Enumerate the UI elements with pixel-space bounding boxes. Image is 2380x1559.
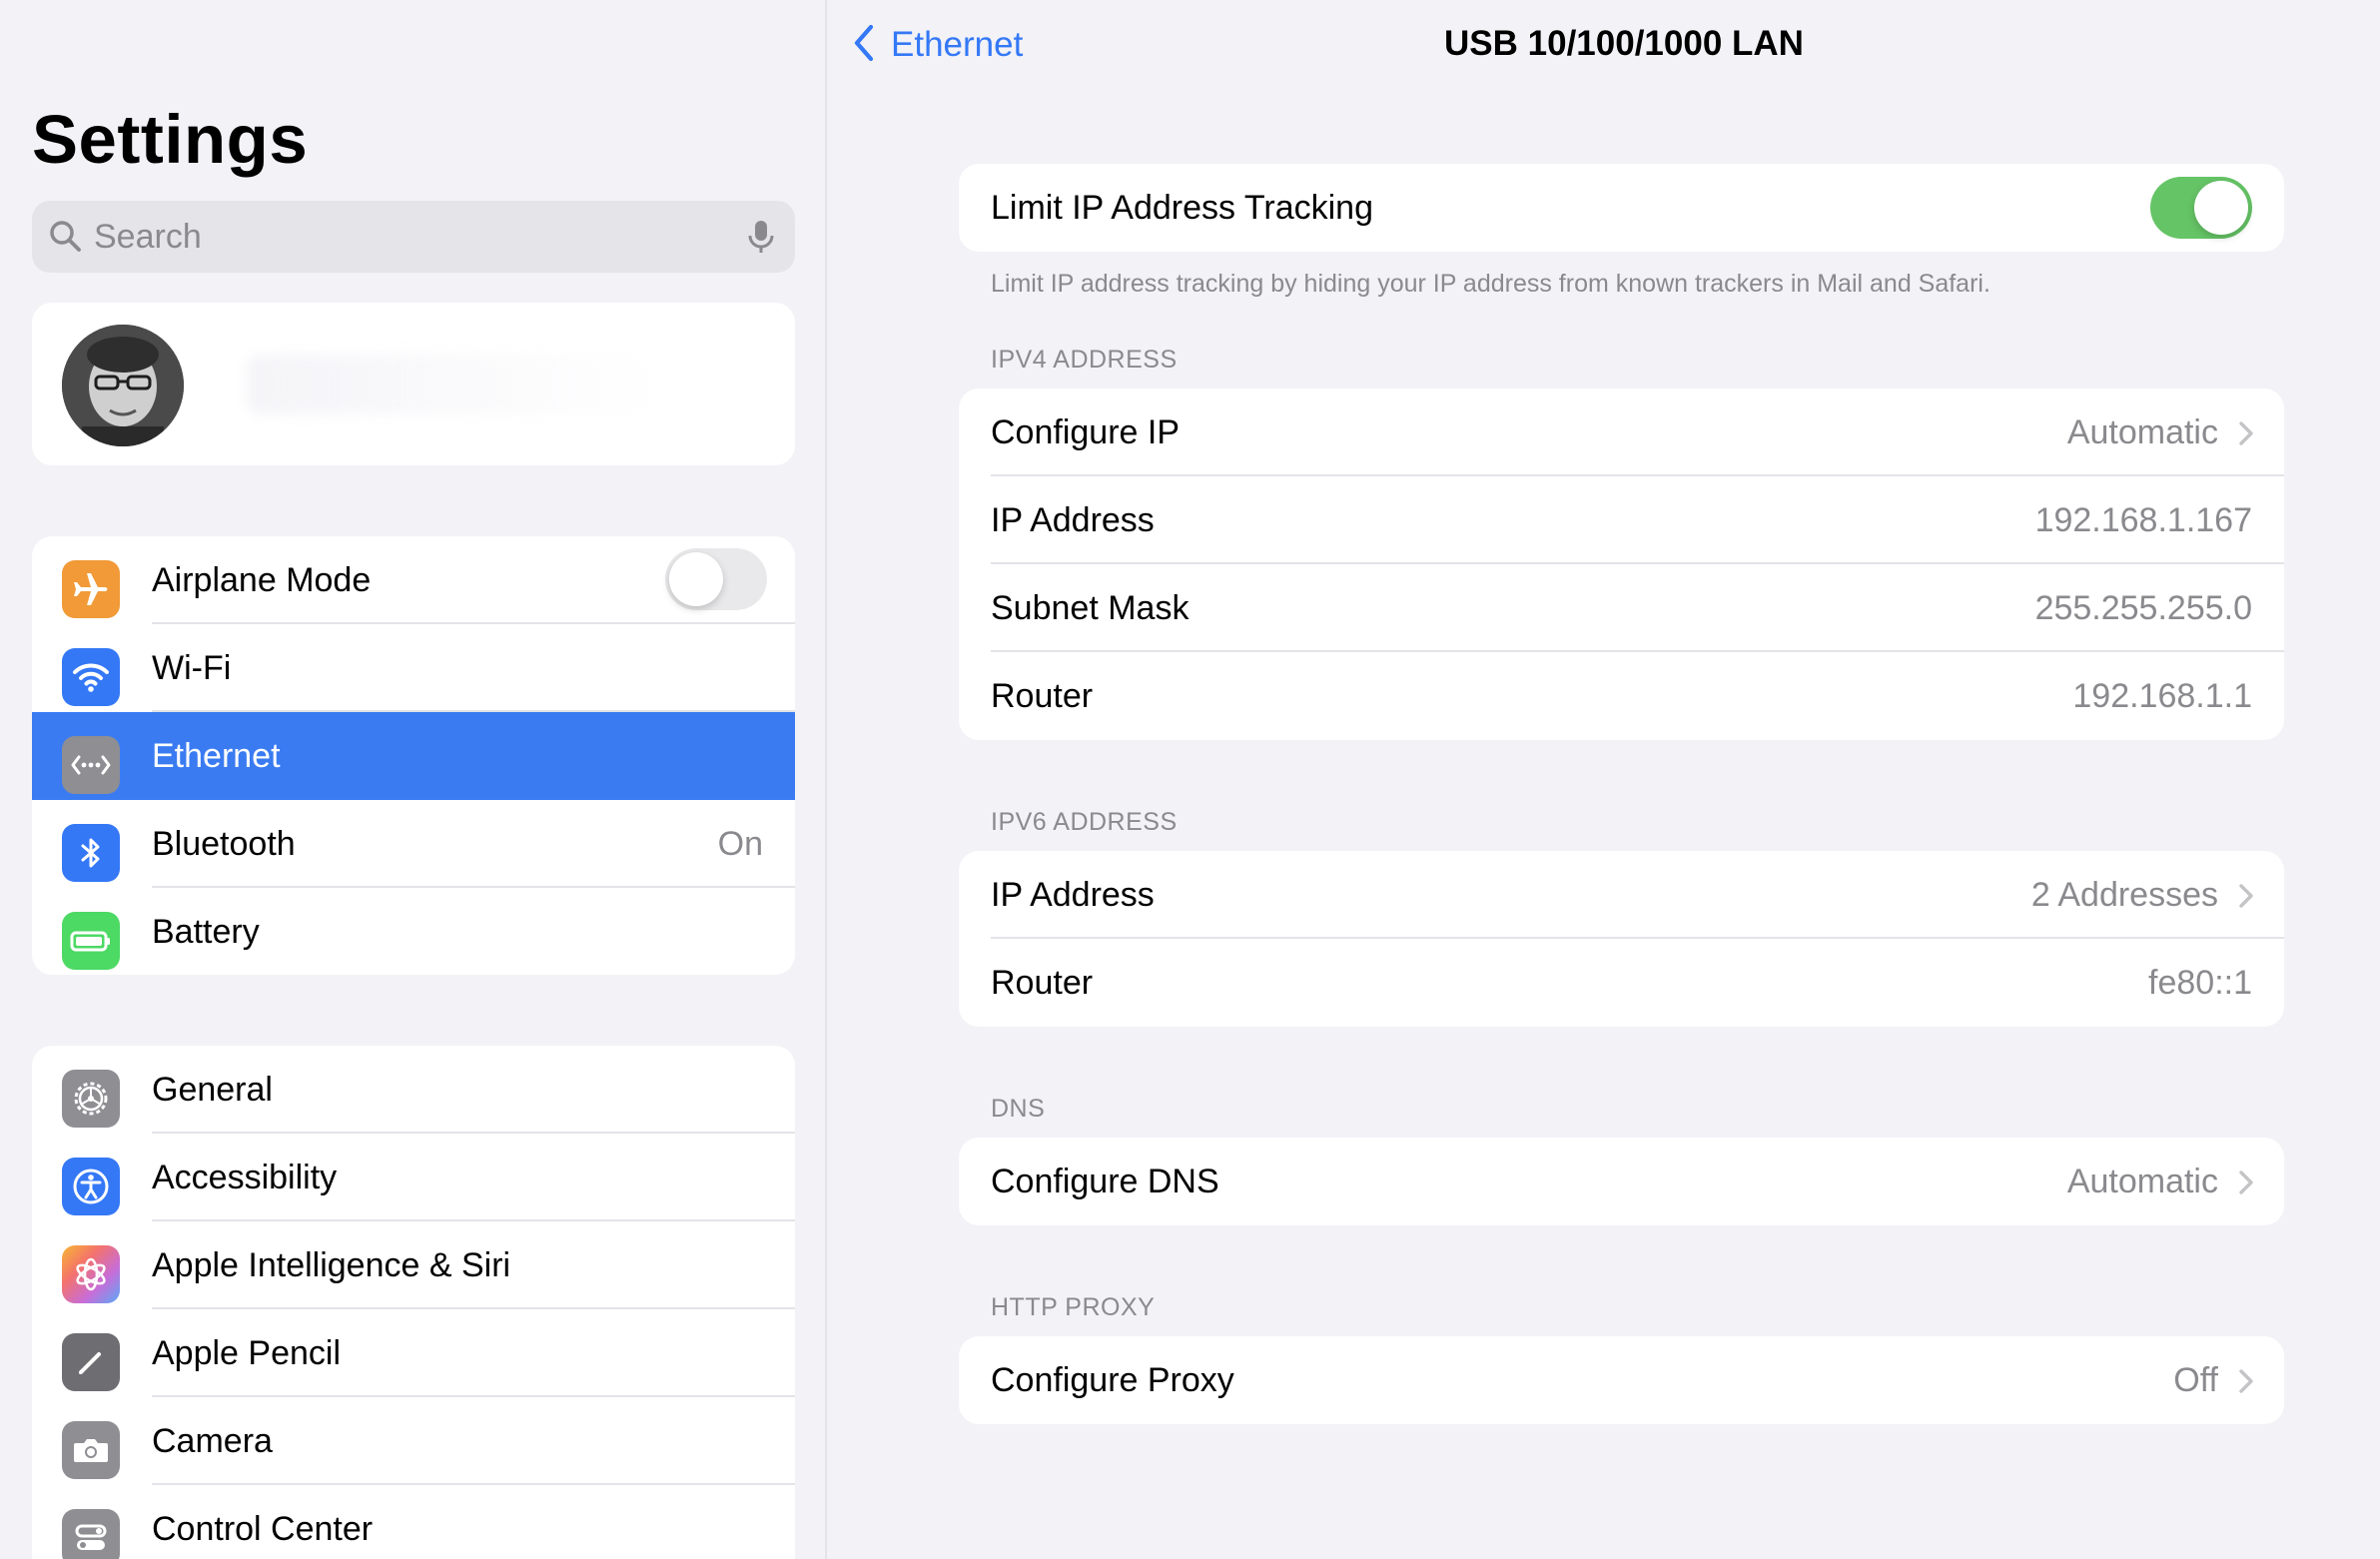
limit-ip-tracking-card: Limit IP Address Tracking: [959, 164, 2284, 252]
gear-icon: [62, 1070, 120, 1128]
account-name-redacted: [247, 355, 666, 414]
pencil-icon: [62, 1333, 120, 1391]
row-label: IP Address: [991, 876, 1155, 914]
chevron-right-icon: [2238, 1368, 2254, 1399]
sidebar-item-control-center[interactable]: Control Center: [32, 1485, 795, 1559]
limit-ip-tracking-row[interactable]: Limit IP Address Tracking: [959, 164, 2284, 252]
sidebar-item-camera[interactable]: Camera: [32, 1397, 795, 1485]
sidebar-item-label: Control Center: [152, 1510, 374, 1548]
battery-icon: [62, 912, 120, 970]
row-label: IP Address: [991, 501, 1155, 539]
row-label: Configure DNS: [991, 1163, 1219, 1200]
row-value: 255.255.255.0: [2034, 589, 2252, 627]
section-header-http-proxy: HTTP PROXY: [991, 1293, 1156, 1321]
sidebar-item-label: Airplane Mode: [152, 561, 372, 599]
sidebar-item-apple-intelligence-siri[interactable]: Apple Intelligence & Siri: [32, 1221, 795, 1309]
search-icon: [46, 217, 86, 262]
sidebar-item-general[interactable]: General: [32, 1046, 795, 1134]
ipv4-ip-address-row: IP Address 192.168.1.167: [959, 476, 2284, 564]
chevron-right-icon: [2238, 1169, 2254, 1200]
ethernet-icon: [62, 736, 120, 794]
airplane-icon: [62, 560, 120, 618]
http-proxy-card: Configure Proxy Off: [959, 1336, 2284, 1424]
page-title: USB 10/100/1000 LAN: [1444, 24, 1804, 63]
row-value: Automatic: [2066, 1163, 2218, 1200]
sidebar-item-ethernet[interactable]: Ethernet: [32, 712, 795, 800]
section-header-ipv4: IPV4 ADDRESS: [991, 346, 1178, 374]
sidebar-item-label: General: [152, 1071, 273, 1109]
sidebar-item-label: Battery: [152, 913, 260, 951]
row-label: Router: [991, 677, 1094, 715]
row-value: fe80::1: [2148, 964, 2252, 1002]
settings-app: Settings Search Airplane Mode Wi-Fi Ethe…: [0, 0, 2380, 1559]
sidebar-item-label: Bluetooth: [152, 825, 296, 863]
configure-proxy-row[interactable]: Configure Proxy Off: [959, 1336, 2284, 1424]
sidebar-item-label: Camera: [152, 1422, 273, 1460]
limit-ip-tracking-toggle[interactable]: [2150, 177, 2252, 239]
row-label: Router: [991, 964, 1094, 1002]
sidebar-item-label: Apple Intelligence & Siri: [152, 1246, 511, 1284]
section-header-dns: DNS: [991, 1095, 1046, 1123]
apple-intelligence-icon: [62, 1245, 120, 1303]
row-label: Configure Proxy: [991, 1361, 1234, 1399]
sidebar: Settings Search Airplane Mode Wi-Fi Ethe…: [0, 0, 827, 1559]
sidebar-item-label: Apple Pencil: [152, 1334, 342, 1372]
page-title: Settings: [32, 101, 309, 178]
apple-account-card[interactable]: [32, 303, 795, 465]
sidebar-item-accessibility[interactable]: Accessibility: [32, 1134, 795, 1221]
sidebar-item-label: Accessibility: [152, 1159, 338, 1196]
configure-ip-row[interactable]: Configure IP Automatic: [959, 389, 2284, 476]
avatar: [62, 325, 184, 446]
ipv4-address-card: Configure IP Automatic IP Address 192.16…: [959, 389, 2284, 740]
control-center-icon: [62, 1509, 120, 1559]
row-value: Automatic: [2066, 413, 2218, 451]
sidebar-item-wifi[interactable]: Wi-Fi: [32, 624, 795, 712]
wifi-icon: [62, 648, 120, 706]
row-label: Configure IP: [991, 413, 1180, 451]
bluetooth-icon: [62, 824, 120, 882]
section-header-ipv6: IPV6 ADDRESS: [991, 808, 1178, 836]
ipv6-ip-address-row[interactable]: IP Address 2 Addresses: [959, 851, 2284, 939]
section-footer: Limit IP address tracking by hiding your…: [991, 270, 1990, 298]
sidebar-item-bluetooth[interactable]: Bluetooth On: [32, 800, 795, 888]
chevron-right-icon: [2238, 420, 2254, 451]
row-value: 192.168.1.167: [2034, 501, 2252, 539]
ipv6-router-row: Router fe80::1: [959, 939, 2284, 1027]
sidebar-item-battery[interactable]: Battery: [32, 888, 795, 975]
detail-pane: Ethernet USB 10/100/1000 LAN Limit IP Ad…: [829, 0, 2380, 1559]
row-label: Subnet Mask: [991, 589, 1190, 627]
toggle-knob: [669, 552, 723, 606]
airplane-mode-toggle[interactable]: [665, 548, 767, 610]
ipv6-address-card: IP Address 2 Addresses Router fe80::1: [959, 851, 2284, 1027]
row-value: 2 Addresses: [2030, 876, 2218, 914]
ipv4-router-row: Router 192.168.1.1: [959, 652, 2284, 740]
system-settings-group: General Accessibility Apple Intelligence…: [32, 1046, 795, 1559]
row-value: 192.168.1.1: [2072, 677, 2252, 715]
search-input[interactable]: [94, 201, 693, 273]
connectivity-settings-group: Airplane Mode Wi-Fi Ethernet Bluetooth O…: [32, 536, 795, 975]
accessibility-icon: [62, 1158, 120, 1215]
toggle-knob: [2194, 181, 2248, 235]
microphone-icon[interactable]: [741, 217, 781, 262]
row-label: Limit IP Address Tracking: [991, 189, 1373, 227]
subnet-mask-row: Subnet Mask 255.255.255.0: [959, 564, 2284, 652]
search-bar[interactable]: [32, 201, 795, 273]
row-value: Off: [2173, 1361, 2218, 1399]
bluetooth-status: On: [717, 825, 763, 863]
chevron-right-icon: [2238, 883, 2254, 914]
sidebar-item-airplane-mode[interactable]: Airplane Mode: [32, 536, 795, 624]
dns-card: Configure DNS Automatic: [959, 1138, 2284, 1225]
sidebar-item-apple-pencil[interactable]: Apple Pencil: [32, 1309, 795, 1397]
camera-icon: [62, 1421, 120, 1479]
sidebar-item-label: Wi-Fi: [152, 649, 232, 687]
sidebar-item-label: Ethernet: [152, 737, 281, 775]
configure-dns-row[interactable]: Configure DNS Automatic: [959, 1138, 2284, 1225]
